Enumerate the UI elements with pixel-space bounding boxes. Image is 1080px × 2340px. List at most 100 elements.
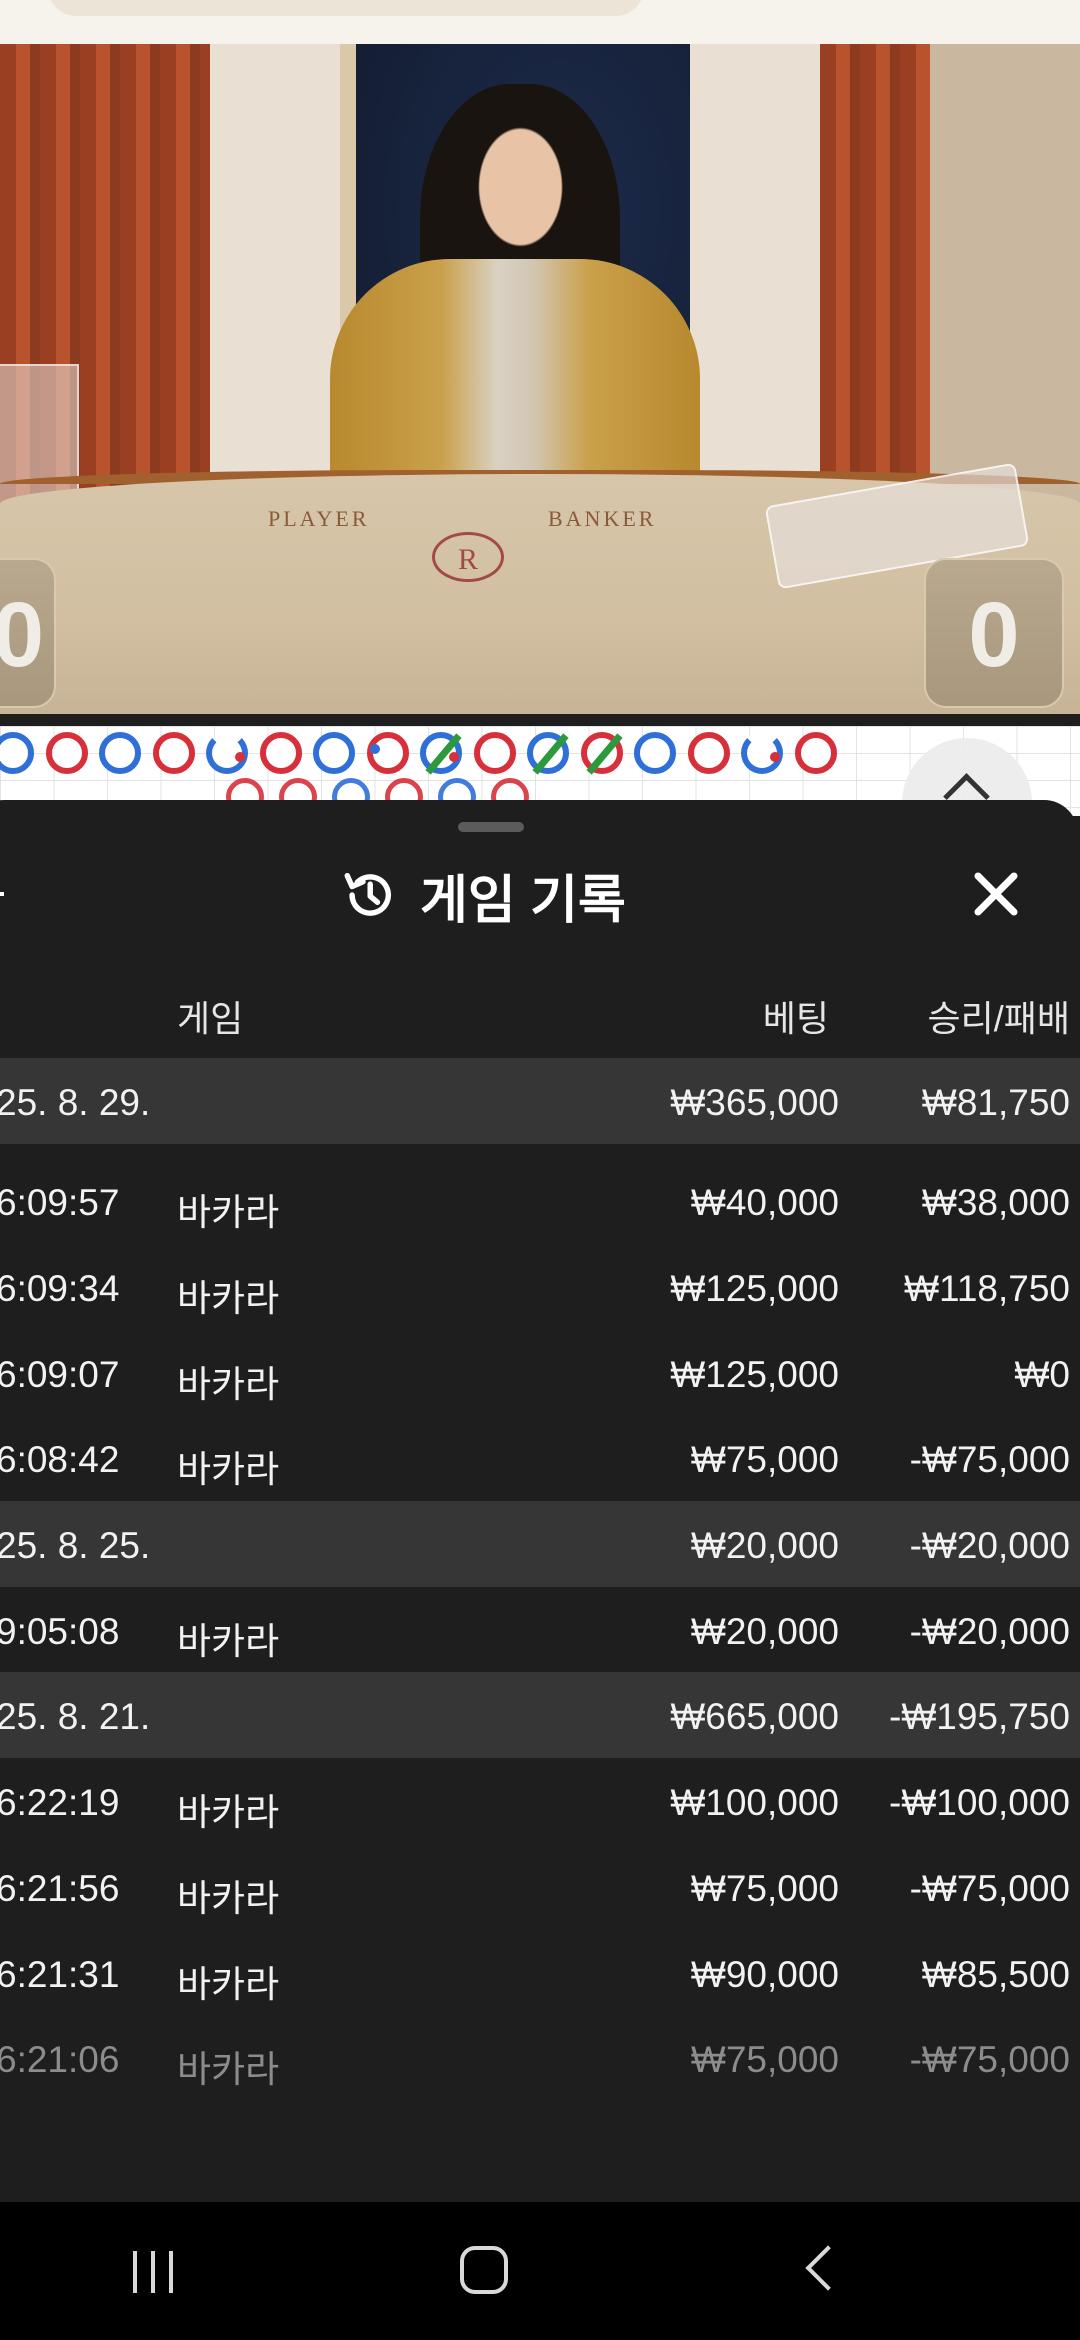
- row-game: 바카라: [177, 1792, 280, 1834]
- recents-icon[interactable]: [133, 2251, 177, 2293]
- bead-player-pair: [741, 732, 783, 774]
- banker-score: 0: [924, 558, 1064, 708]
- date-summary-row: 25. 8. 21. ₩665,000 -₩195,750: [0, 1672, 1080, 1759]
- row-winloss-amount: ₩0: [1014, 1353, 1071, 1395]
- dealer-head: [458, 99, 583, 259]
- row-date: 25. 8. 21.: [0, 1696, 151, 1738]
- row-date: 25. 8. 29.: [0, 1082, 151, 1123]
- row-bet-amount: ₩75,000: [690, 1439, 839, 1481]
- row-time: 6:22:19: [0, 1782, 120, 1824]
- table-row[interactable]: 6:09:57 바카라 ₩40,000 ₩38,000: [0, 1144, 1080, 1244]
- row-winloss-amount: ₩81,750: [921, 1082, 1070, 1123]
- curtain-right: [820, 44, 930, 514]
- row-game: 바카라: [177, 1620, 280, 1662]
- row-bet-amount: ₩100,000: [670, 1782, 839, 1824]
- row-bet-amount: ₩125,000: [670, 1353, 839, 1395]
- date-summary-row: 25. 8. 29. ₩365,000 ₩81,750: [0, 1058, 1080, 1144]
- date-summary-row: 25. 8. 25. ₩20,000 -₩20,000: [0, 1500, 1080, 1587]
- row-time: 6:09:57: [0, 1182, 120, 1223]
- bead-tie: [420, 732, 462, 775]
- table-row[interactable]: 6:09:34 바카라 ₩125,000 ₩118,750: [0, 1244, 1080, 1330]
- bead-player-pair: [206, 732, 248, 774]
- table-row[interactable]: 6:09:07 바카라 ₩125,000 ₩0: [0, 1330, 1080, 1416]
- row-winloss-amount: -₩100,000: [889, 1782, 1070, 1824]
- bead-player: [634, 732, 676, 774]
- live-video: PLAYER BANKER R 0 0: [0, 44, 1080, 714]
- row-bet-amount: ₩20,000: [690, 1524, 839, 1566]
- bead-banker: [794, 732, 837, 774]
- row-game: 바카라: [177, 1877, 280, 1919]
- history-table: 25. 8. 29. ₩365,000 ₩81,750 6:09:57 바카라 ₩40,0…: [0, 1058, 1080, 2101]
- top-bar: [0, 0, 1080, 44]
- bead-banker: [45, 732, 88, 774]
- bead-banker: [152, 732, 195, 774]
- row-time: 9:05:08: [0, 1610, 120, 1652]
- top-pill[interactable]: [48, 0, 644, 16]
- row-winloss-amount: -₩75,000: [909, 2039, 1070, 2081]
- screen: PLAYER BANKER R 0 0 게임 기록 게임 베팅 승리/패배 25…: [0, 0, 1080, 2340]
- row-winloss-amount: -₩20,000: [909, 1524, 1070, 1566]
- row-game: 바카라: [177, 1963, 280, 2005]
- bead-tie: [527, 732, 569, 775]
- close-icon[interactable]: [968, 866, 1024, 922]
- table-logo: R: [432, 532, 504, 582]
- bead-player: [0, 732, 34, 774]
- bead-banker: [687, 732, 730, 774]
- row-bet-amount: ₩125,000: [670, 1268, 839, 1309]
- bead-banker: [366, 732, 409, 774]
- table-row[interactable]: 6:22:19 바카라 ₩100,000 -₩100,000: [0, 1758, 1080, 1844]
- row-winloss-amount: -₩20,000: [909, 1610, 1070, 1652]
- row-game: 바카라: [177, 1449, 280, 1491]
- row-time: 6:21:06: [0, 2039, 120, 2081]
- home-icon[interactable]: [460, 2246, 508, 2294]
- sheet-header: 게임 기록: [340, 860, 626, 930]
- row-time: 6:09:34: [0, 1268, 120, 1309]
- back-arrow-icon[interactable]: [0, 892, 4, 896]
- table-row[interactable]: 6:08:42 바카라 ₩75,000 -₩75,000: [0, 1415, 1080, 1501]
- row-bet-amount: ₩665,000: [670, 1696, 839, 1738]
- bead-banker: [259, 732, 302, 774]
- back-icon[interactable]: [805, 2245, 851, 2291]
- row-bet-amount: ₩20,000: [690, 1610, 839, 1652]
- wall-right: [690, 44, 820, 514]
- row-winloss-amount: ₩85,500: [921, 1953, 1070, 1995]
- wall-left: [210, 44, 340, 514]
- row-game: 바카라: [177, 1363, 280, 1405]
- bead-tie: [580, 732, 623, 775]
- bead-player: [313, 732, 355, 774]
- column-header-winloss: 승리/패배: [927, 998, 1070, 1039]
- row-winloss-amount: -₩195,750: [889, 1696, 1070, 1738]
- bead-player: [99, 732, 141, 774]
- bead-banker: [473, 732, 516, 774]
- row-winloss-amount: -₩75,000: [909, 1439, 1070, 1481]
- table-row[interactable]: 6:21:31 바카라 ₩90,000 ₩85,500: [0, 1930, 1080, 2016]
- row-bet-amount: ₩90,000: [690, 1953, 839, 1995]
- row-time: 6:21:56: [0, 1867, 120, 1909]
- bead-road-row: [0, 732, 848, 775]
- row-winloss-amount: ₩118,750: [904, 1268, 1070, 1309]
- history-icon: [344, 872, 391, 916]
- row-game: 바카라: [177, 2049, 280, 2091]
- table-row[interactable]: 6:21:06 바카라 ₩75,000 -₩75,000: [0, 2015, 1080, 2101]
- row-bet-amount: ₩75,000: [690, 1867, 839, 1909]
- row-bet-amount: ₩75,000: [690, 2039, 839, 2081]
- row-time: 6:08:42: [0, 1439, 120, 1481]
- player-score: 0: [0, 558, 56, 708]
- row-game: 바카라: [177, 1278, 280, 1319]
- row-winloss-amount: -₩75,000: [909, 1867, 1070, 1909]
- table-row[interactable]: 6:21:56 바카라 ₩75,000 -₩75,000: [0, 1844, 1080, 1930]
- side-wall: [930, 44, 1080, 514]
- column-header-bet: 베팅: [762, 998, 829, 1039]
- page-title: 게임 기록: [420, 871, 626, 930]
- row-game: 바카라: [177, 1192, 280, 1233]
- row-date: 25. 8. 25.: [0, 1524, 151, 1566]
- system-navigation-bar: [0, 2202, 1080, 2340]
- table-row[interactable]: 9:05:08 바카라 ₩20,000 -₩20,000: [0, 1587, 1080, 1673]
- sheet-drag-handle[interactable]: [458, 822, 524, 832]
- table-banker-label: BANKER: [548, 506, 657, 531]
- row-time: 6:21:31: [0, 1953, 120, 1995]
- table-player-label: PLAYER: [268, 506, 370, 531]
- row-bet-amount: ₩365,000: [670, 1082, 839, 1123]
- row-bet-amount: ₩40,000: [690, 1182, 839, 1223]
- column-header-game: 게임: [177, 998, 244, 1039]
